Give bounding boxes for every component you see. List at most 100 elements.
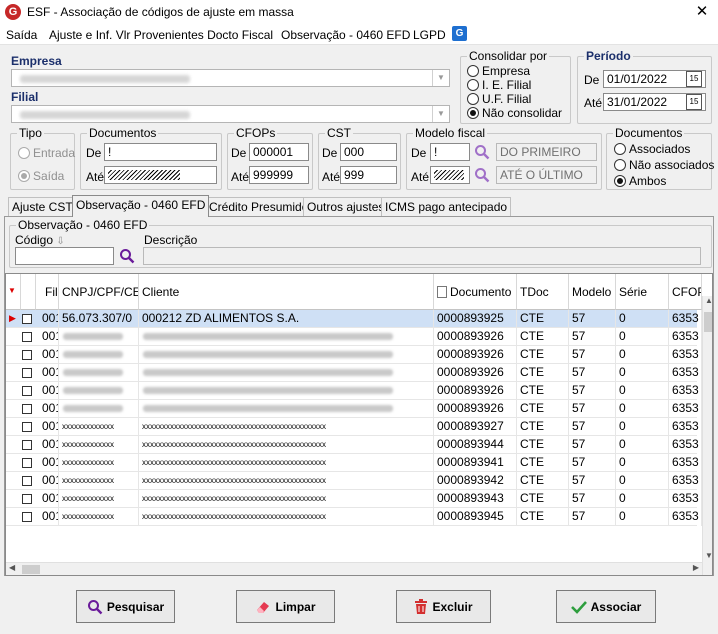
chevron-down-icon[interactable]: ▼	[705, 551, 712, 560]
vertical-scrollbar[interactable]: ▲ ▼	[702, 296, 712, 575]
col-cnpj[interactable]: CNPJ/CPF/CEI	[59, 274, 139, 310]
row-checkbox[interactable]	[22, 422, 32, 432]
table-row[interactable]: 001 0000893926CTE5706353	[6, 400, 702, 418]
cell-cliente: xxxxxxxxxxxxxxxxxxxxxxxxxxxxxxxxxxxxxxxx…	[139, 436, 434, 454]
row-checkbox[interactable]	[22, 350, 32, 360]
pesquisar-button[interactable]: Pesquisar	[76, 590, 175, 623]
codigo-field[interactable]	[15, 247, 114, 265]
cell-tdoc: CTE	[517, 346, 569, 364]
row-checkbox[interactable]	[22, 314, 32, 324]
cell-cfop: 6353	[669, 364, 702, 382]
scroll-thumb[interactable]	[704, 312, 712, 332]
cell-modelo: 57	[569, 508, 616, 526]
cell-documento: 0000893944	[434, 436, 517, 454]
close-icon[interactable]: ✕	[686, 0, 718, 25]
chevron-down-icon[interactable]: ▼	[432, 70, 449, 86]
table-row[interactable]: 001xxxxxxxxxxxxxxxxxxxxxxxxxxxxxxxxxxxxx…	[6, 508, 702, 526]
calendar-icon[interactable]: 15	[686, 94, 702, 110]
col-documento[interactable]: Documento	[434, 274, 517, 310]
search-icon[interactable]	[474, 144, 490, 160]
col-serie[interactable]: Série	[616, 274, 669, 310]
row-checkbox[interactable]	[22, 494, 32, 504]
consolidar-nao-radio[interactable]: Não consolidar	[467, 106, 562, 120]
cell-cliente: 000212 ZD ALIMENTOS S.A.	[139, 310, 434, 328]
periodo-ate-label: Até	[584, 96, 603, 110]
lgpd-icon[interactable]: G	[452, 26, 467, 41]
row-checkbox[interactable]	[22, 332, 32, 342]
doc-de-field[interactable]: !	[104, 143, 217, 161]
associar-button[interactable]: Associar	[556, 590, 656, 623]
excluir-button[interactable]: Excluir	[396, 590, 491, 623]
cell-fil: 001	[36, 454, 59, 472]
col-modelo[interactable]: Modelo	[569, 274, 616, 310]
table-row[interactable]: 001xxxxxxxxxxxxxxxxxxxxxxxxxxxxxxxxxxxxx…	[6, 454, 702, 472]
cfop-de-field[interactable]: 000001	[249, 143, 309, 161]
calendar-icon[interactable]: 15	[686, 71, 702, 87]
table-row[interactable]: 001 0000893926CTE5706353	[6, 328, 702, 346]
cell-cfop: 6353	[669, 418, 702, 436]
tipo-saida-radio[interactable]: Saída	[18, 169, 64, 183]
table-row[interactable]: 001xxxxxxxxxxxxxxxxxxxxxxxxxxxxxxxxxxxxx…	[6, 472, 702, 490]
chevron-up-icon[interactable]: ▲	[705, 296, 712, 305]
cell-tdoc: CTE	[517, 364, 569, 382]
row-checkbox[interactable]	[22, 386, 32, 396]
docs-ambos-radio[interactable]: Ambos	[614, 174, 666, 188]
table-row[interactable]: 001 0000893926CTE5706353	[6, 364, 702, 382]
empresa-combo[interactable]: ▼	[11, 69, 450, 87]
chevron-down-icon[interactable]: ▼	[432, 106, 449, 122]
menu-ajuste[interactable]: Ajuste e Inf. Vlr Provenientes Docto Fis…	[49, 28, 273, 42]
cst-ate-field[interactable]: 999	[340, 166, 397, 184]
col-cfop[interactable]: CFOP	[669, 274, 702, 310]
row-checkbox[interactable]	[22, 458, 32, 468]
cell-cfop: 6353	[669, 508, 702, 526]
consolidar-empresa-radio[interactable]: Empresa	[467, 64, 530, 78]
consolidar-ie-filial-radio[interactable]: I. E. Filial	[467, 78, 531, 92]
cfop-ate-field[interactable]: 999999	[249, 166, 309, 184]
table-row[interactable]: 001 0000893926CTE5706353	[6, 346, 702, 364]
menu-saida[interactable]: Saída	[6, 28, 37, 42]
table-row[interactable]: 001xxxxxxxxxxxxxxxxxxxxxxxxxxxxxxxxxxxxx…	[6, 436, 702, 454]
table-row[interactable]: 001 0000893926CTE5706353	[6, 382, 702, 400]
chevron-left-icon[interactable]: ◀	[9, 563, 15, 572]
row-checkbox[interactable]	[22, 440, 32, 450]
filial-combo[interactable]: ▼	[11, 105, 450, 123]
consolidar-uf-filial-radio[interactable]: U.F. Filial	[467, 92, 531, 106]
menu-observacao[interactable]: Observação - 0460 EFD	[281, 28, 410, 42]
search-icon[interactable]	[119, 248, 135, 264]
cell-cfop: 6353	[669, 454, 702, 472]
row-checkbox[interactable]	[22, 512, 32, 522]
col-fil[interactable]: Fil	[36, 274, 59, 310]
docs-nao-associados-radio[interactable]: Não associados	[614, 158, 714, 172]
periodo-de-label: De	[584, 73, 600, 87]
modelo-de-field[interactable]: !	[430, 143, 470, 161]
associar-label: Associar	[590, 599, 642, 614]
tab-credito-presumido[interactable]: Crédito Presumido	[205, 197, 313, 217]
excluir-label: Excluir	[432, 599, 473, 614]
row-checkbox[interactable]	[22, 476, 32, 486]
modelo-ate-field[interactable]	[430, 166, 470, 184]
scroll-thumb-h[interactable]	[22, 565, 40, 574]
horizontal-scrollbar[interactable]: ◀ ▶	[6, 562, 702, 575]
menu-lgpd[interactable]: LGPD	[413, 28, 446, 42]
table-row[interactable]: 001xxxxxxxxxxxxxxxxxxxxxxxxxxxxxxxxxxxxx…	[6, 418, 702, 436]
col-tdoc[interactable]: TDoc	[517, 274, 569, 310]
doc-ate-field[interactable]	[104, 166, 217, 184]
cell-cnpj: 56.073.307/0	[59, 310, 139, 328]
tipo-entrada-radio[interactable]: Entrada	[18, 146, 75, 160]
cell-cliente: xxxxxxxxxxxxxxxxxxxxxxxxxxxxxxxxxxxxxxxx…	[139, 418, 434, 436]
chevron-right-icon[interactable]: ▶	[693, 563, 699, 572]
row-checkbox[interactable]	[22, 368, 32, 378]
limpar-button[interactable]: Limpar	[236, 590, 335, 623]
col-cliente[interactable]: Cliente	[139, 274, 434, 310]
tab-observacao-0460[interactable]: Observação - 0460 EFD	[72, 195, 210, 217]
search-icon[interactable]	[474, 167, 490, 183]
tab-outros-ajustes[interactable]: Outros ajustes	[303, 197, 389, 217]
cst-de-field[interactable]: 000	[340, 143, 397, 161]
table-row[interactable]: 001xxxxxxxxxxxxxxxxxxxxxxxxxxxxxxxxxxxxx…	[6, 490, 702, 508]
documents-grid[interactable]: ▼ Fil CNPJ/CPF/CEI Cliente Documento TDo…	[5, 273, 713, 576]
table-row[interactable]: ▶ 00156.073.307/0000212 ZD ALIMENTOS S.A.…	[6, 310, 702, 328]
row-checkbox[interactable]	[22, 404, 32, 414]
docs-associados-radio[interactable]: Associados	[614, 142, 690, 156]
tab-ajuste-cst[interactable]: Ajuste CST	[8, 197, 77, 217]
tab-icms-pago[interactable]: ICMS pago antecipado	[381, 197, 512, 217]
